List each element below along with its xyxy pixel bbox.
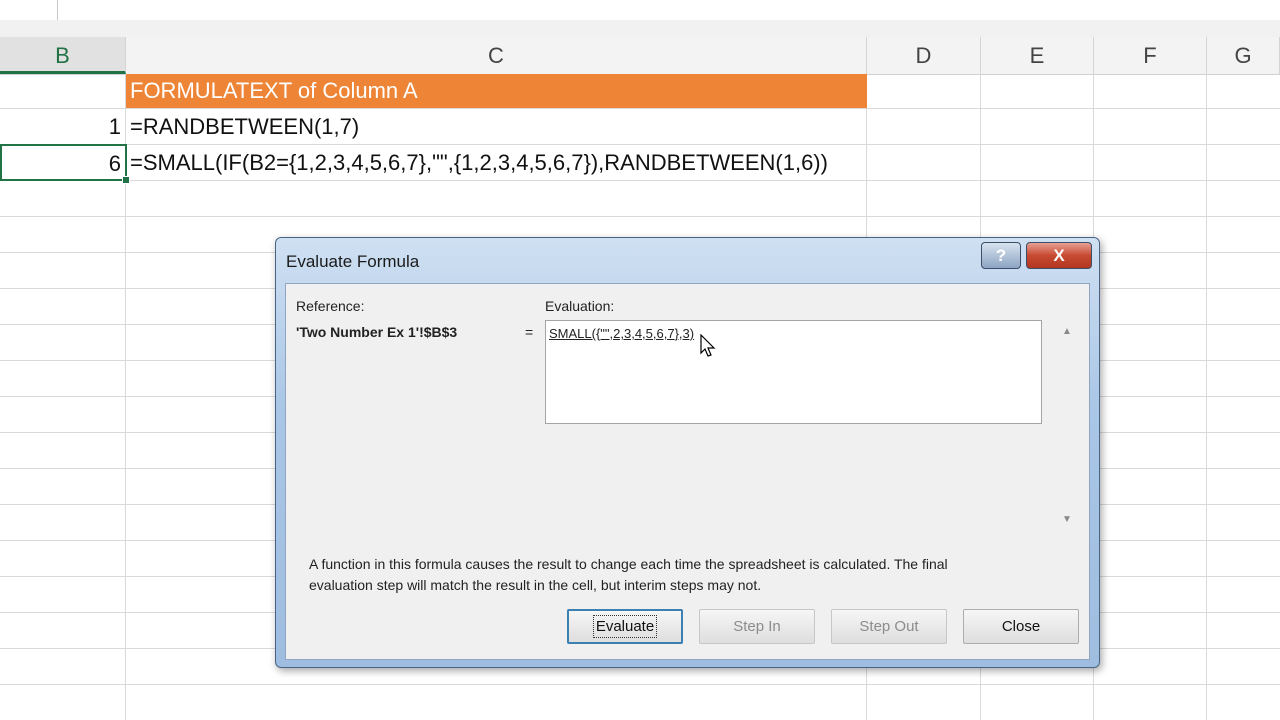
column-headers: B C D E F G (0, 37, 1280, 75)
column-header-f[interactable]: F (1094, 37, 1207, 74)
formula-bar[interactable] (0, 0, 1280, 21)
evaluate-formula-dialog: Evaluate Formula ? X Reference: 'Two Num… (275, 237, 1100, 668)
cell-c3[interactable]: =SMALL(IF(B2={1,2,3,4,5,6,7},"",{1,2,3,4… (126, 145, 886, 181)
reference-value: 'Two Number Ex 1'!$B$3 (296, 324, 458, 340)
evaluation-label: Evaluation: (545, 298, 615, 314)
reference-label: Reference: (296, 298, 365, 314)
step-in-button[interactable]: Step In (699, 609, 815, 644)
dialog-close-x-button[interactable]: X (1026, 242, 1092, 269)
scroll-up-icon[interactable]: ▲ (1062, 326, 1072, 337)
equals-sign: = (525, 324, 534, 340)
cell-c1[interactable]: FORMULATEXT of Column A (126, 74, 867, 108)
column-header-b[interactable]: B (0, 37, 126, 74)
cell-b2[interactable]: 1 (0, 109, 125, 145)
grid-line (0, 216, 1280, 217)
column-header-e[interactable]: E (981, 37, 1094, 74)
dialog-title: Evaluate Formula (286, 252, 420, 271)
mouse-pointer-icon (700, 334, 716, 357)
step-out-button[interactable]: Step Out (831, 609, 947, 644)
column-header-g[interactable]: G (1207, 37, 1280, 74)
help-button[interactable]: ? (981, 242, 1021, 269)
scroll-down-icon[interactable]: ▼ (1062, 514, 1072, 525)
dialog-body: Reference: 'Two Number Ex 1'!$B$3 = Eval… (285, 283, 1090, 660)
evaluate-button-label: Evaluate (592, 615, 658, 638)
cell-b3-active[interactable]: 6 (0, 144, 127, 181)
evaluate-button[interactable]: Evaluate (567, 609, 683, 644)
column-header-c[interactable]: C (126, 37, 867, 74)
volatile-function-note: A function in this formula causes the re… (309, 556, 948, 593)
cell-c2[interactable]: =RANDBETWEEN(1,7) (126, 109, 867, 145)
close-button[interactable]: Close (963, 609, 1079, 644)
evaluation-box[interactable]: SMALL({"",2,3,4,5,6,7},3) (545, 320, 1042, 424)
evaluation-value: SMALL({"",2,3,4,5,6,7},3) (549, 326, 695, 341)
toolbar-band (0, 20, 1280, 37)
name-box-divider (57, 0, 58, 20)
grid-line (1206, 74, 1207, 720)
grid-line (0, 684, 1280, 685)
column-header-d[interactable]: D (867, 37, 981, 74)
